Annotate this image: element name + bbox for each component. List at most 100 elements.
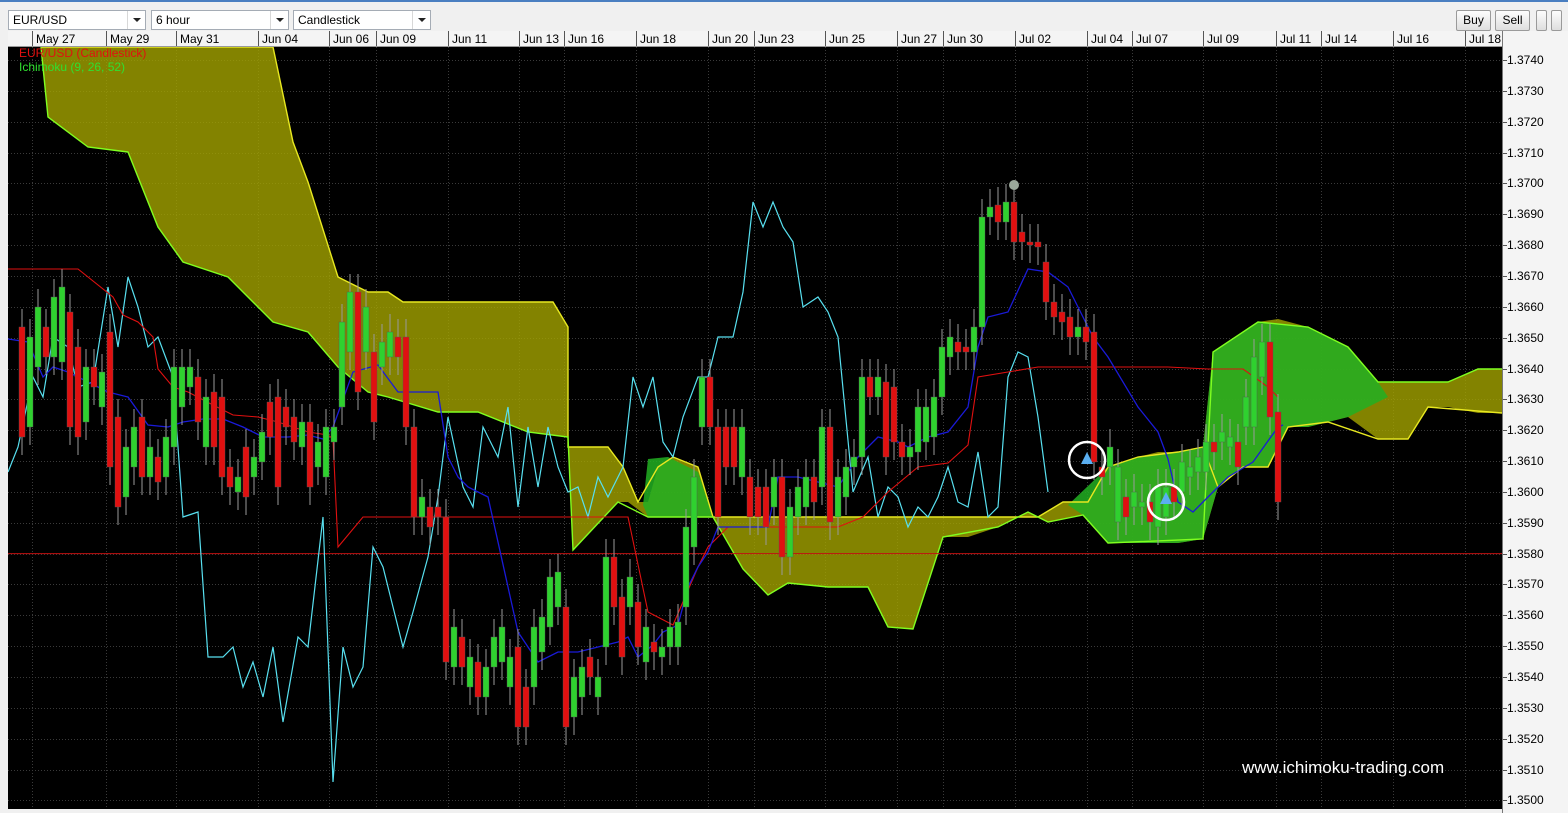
price-tick-label: 1.3500 bbox=[1507, 793, 1544, 808]
date-tick-label: Jul 11 bbox=[1276, 31, 1311, 46]
candle-body-bullish bbox=[330, 426, 338, 443]
candle-body-bullish bbox=[642, 626, 650, 663]
candle-body-bullish bbox=[906, 446, 914, 458]
candle-body-bearish bbox=[442, 516, 450, 663]
candle-body-bullish bbox=[186, 366, 194, 388]
candle-body-bearish bbox=[714, 426, 722, 518]
candle-body-bearish bbox=[138, 416, 146, 478]
date-tick-label: Jul 18 bbox=[1465, 31, 1501, 46]
candle-body-bullish bbox=[130, 426, 138, 468]
candle-body-bullish bbox=[26, 336, 34, 428]
price-tick-label: 1.3680 bbox=[1507, 238, 1544, 253]
price-tick-label: 1.3560 bbox=[1507, 608, 1544, 623]
price-tick-label: 1.3510 bbox=[1507, 762, 1544, 777]
candle-body-bullish bbox=[1106, 446, 1114, 468]
candle-body-bullish bbox=[1002, 201, 1010, 223]
date-tick-label: Jun 18 bbox=[636, 31, 676, 46]
candle-body-bearish bbox=[1274, 411, 1282, 503]
candle-body-bullish bbox=[1074, 326, 1082, 338]
candle-body-bullish bbox=[922, 406, 930, 443]
candle-body-bullish bbox=[658, 646, 666, 658]
candle-body-bullish bbox=[690, 476, 698, 548]
candle-body-bullish bbox=[1154, 486, 1162, 528]
chevron-down-icon[interactable] bbox=[127, 11, 145, 29]
timeframe-select[interactable]: 6 hour bbox=[151, 10, 289, 30]
pane-splitter-handle[interactable] bbox=[1551, 10, 1562, 31]
symbol-select[interactable]: EUR/USD bbox=[8, 10, 146, 30]
buy-button[interactable]: Buy bbox=[1456, 10, 1491, 31]
price-tick-label: 1.3690 bbox=[1507, 207, 1544, 222]
candle-body-bullish bbox=[666, 626, 674, 648]
candle-body-bearish bbox=[586, 656, 594, 678]
candle-body-bearish bbox=[762, 486, 770, 528]
candle-body-bearish bbox=[1050, 301, 1058, 318]
candle-body-bullish bbox=[378, 341, 386, 368]
candle-body-bearish bbox=[42, 326, 50, 358]
date-tick-label: Jun 13 bbox=[519, 31, 559, 46]
pane-splitter-handle[interactable] bbox=[1536, 10, 1547, 31]
date-tick-label: Jun 04 bbox=[258, 31, 298, 46]
price-axis[interactable]: 1.3740 1.3730 1.3720 1.3710 1.3700 1.3690 1.36… bbox=[1502, 31, 1568, 813]
candle-body-bearish bbox=[18, 326, 26, 438]
chart-plot-area[interactable]: EUR/USD (Candlestick) Ichimoku (9, 26, 5… bbox=[8, 47, 1502, 809]
candle-body-bearish bbox=[394, 336, 402, 358]
candle-body-bearish bbox=[754, 486, 762, 518]
candle-body-bearish bbox=[74, 346, 82, 438]
candle-body-bearish bbox=[194, 376, 202, 423]
candle-body-bullish bbox=[842, 466, 850, 498]
candle-body-bullish bbox=[554, 571, 562, 608]
candle-body-bullish bbox=[34, 306, 42, 368]
candle-body-bullish bbox=[530, 626, 538, 688]
price-tick-label: 1.3590 bbox=[1507, 515, 1544, 530]
price-tick-label: 1.3670 bbox=[1507, 268, 1544, 283]
candle-body-bullish bbox=[338, 321, 346, 408]
candle-body-bearish bbox=[954, 341, 962, 353]
candle-body-bullish bbox=[1114, 466, 1122, 523]
date-tick-label: Jun 11 bbox=[448, 31, 487, 46]
candle-body-bullish bbox=[1178, 461, 1186, 493]
candle-body-bullish bbox=[162, 436, 170, 478]
candle-body-bearish bbox=[1058, 311, 1066, 323]
candle-body-bullish bbox=[978, 216, 986, 328]
candle-body-bullish bbox=[914, 406, 922, 453]
candle-body-bearish bbox=[402, 336, 410, 428]
candle-body-bullish bbox=[298, 421, 306, 448]
candle-body-bearish bbox=[1066, 316, 1074, 338]
candle-body-bearish bbox=[1170, 486, 1178, 503]
date-tick-label: May 27 bbox=[32, 31, 75, 46]
legend-ichimoku: Ichimoku (9, 26, 52) bbox=[19, 60, 126, 74]
candle-body-bearish bbox=[746, 476, 754, 518]
chart-type-select[interactable]: Candlestick bbox=[293, 10, 431, 30]
candle-body-bullish bbox=[770, 476, 778, 508]
price-tick-label: 1.3650 bbox=[1507, 330, 1544, 345]
chart-canvas bbox=[8, 47, 1502, 809]
candle-body-bearish bbox=[1082, 326, 1090, 343]
date-tick-label: May 29 bbox=[106, 31, 149, 46]
candle-body-bearish bbox=[962, 346, 970, 353]
candle-body-bullish bbox=[258, 431, 266, 463]
price-tick-label: 1.3610 bbox=[1507, 454, 1544, 469]
candle-body-bullish bbox=[818, 426, 826, 488]
chevron-down-icon[interactable] bbox=[412, 11, 430, 29]
candle-body-bearish bbox=[1026, 241, 1034, 246]
candle-body-bullish bbox=[1226, 436, 1234, 448]
candle-body-bearish bbox=[1122, 496, 1130, 518]
chevron-down-icon[interactable] bbox=[270, 11, 288, 29]
candle-body-bearish bbox=[994, 204, 1002, 223]
candle-body-bearish bbox=[410, 426, 418, 518]
candle-body-bullish bbox=[346, 291, 354, 353]
candle-body-bullish bbox=[450, 626, 458, 668]
candle-body-bullish bbox=[82, 366, 90, 423]
date-tick-label: May 31 bbox=[176, 31, 219, 46]
sell-button[interactable]: Sell bbox=[1495, 10, 1530, 31]
date-tick-label: Jun 20 bbox=[708, 31, 748, 46]
candle-body-bearish bbox=[434, 506, 442, 518]
candle-body-bearish bbox=[810, 476, 818, 503]
candle-body-bearish bbox=[826, 426, 834, 523]
candle-body-bearish bbox=[242, 446, 250, 498]
candle-body-bearish bbox=[730, 426, 738, 468]
date-tick-label: Jul 02 bbox=[1015, 31, 1051, 46]
tenkan-sen-line bbox=[8, 268, 1284, 663]
candle-body-bullish bbox=[850, 456, 858, 468]
candle-body-bearish bbox=[474, 661, 482, 698]
